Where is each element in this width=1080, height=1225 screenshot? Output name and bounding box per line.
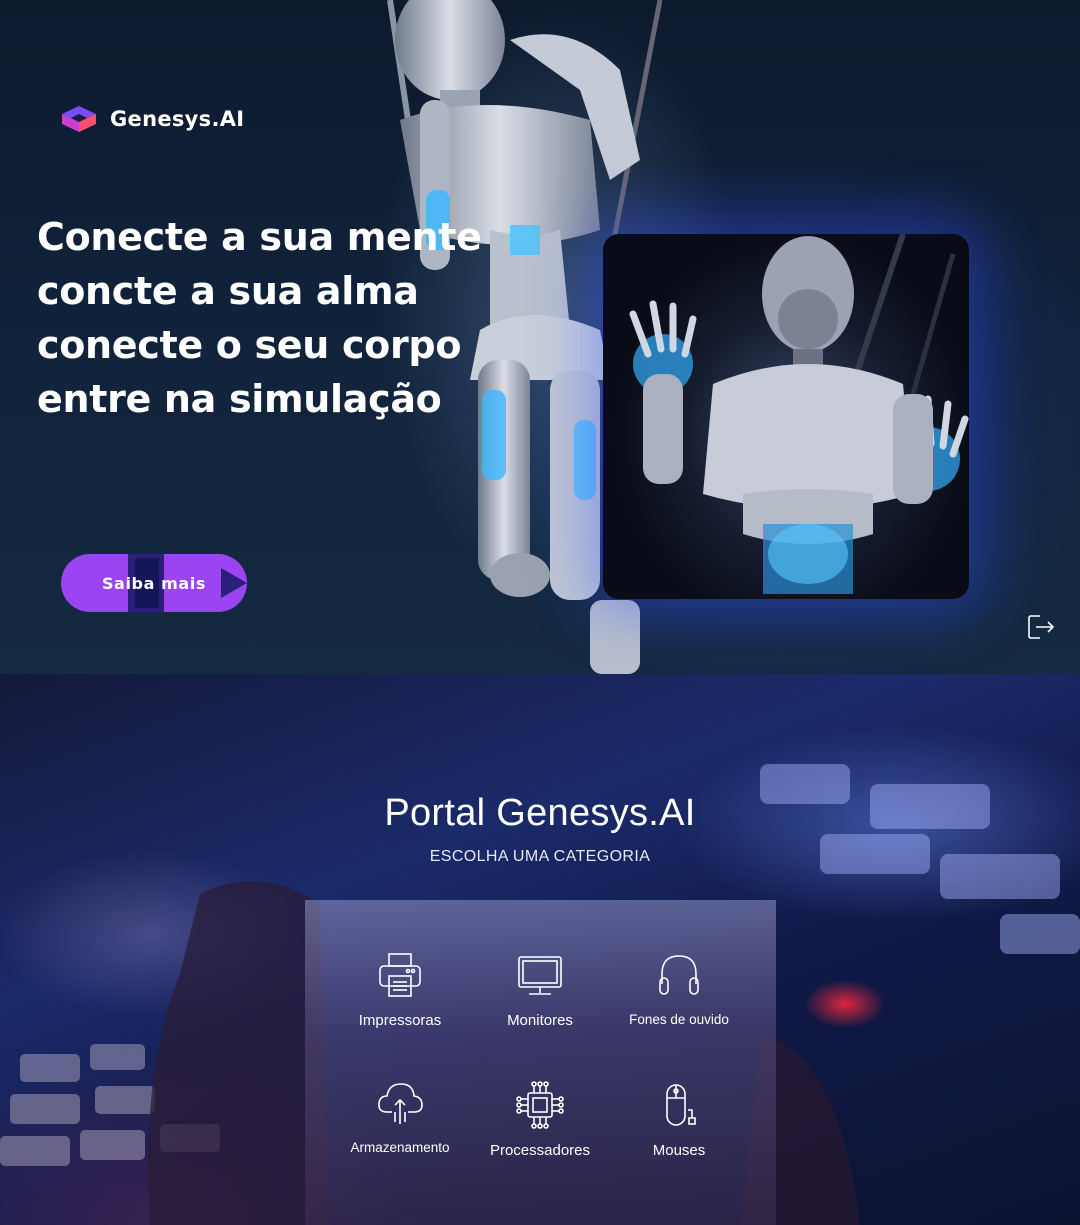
hero-headline: Conecte a sua mente concte a sua alma co… <box>37 210 507 426</box>
category-armazenamento[interactable]: Armazenamento <box>330 1078 470 1178</box>
robot-feature-image <box>603 234 969 599</box>
headphones-icon <box>659 955 699 995</box>
headline-line: conecte o seu corpo <box>37 323 462 367</box>
portal-title: Portal Genesys.AI <box>384 792 696 834</box>
category-monitores[interactable]: Monitores <box>470 950 610 1050</box>
monitor-icon <box>518 956 562 995</box>
portal-subtitle: ESCOLHA UMA CATEGORIA <box>429 848 651 865</box>
brand-logo[interactable]: Genesys.AI <box>60 104 244 134</box>
printer-icon <box>379 953 421 997</box>
category-processadores[interactable]: Processadores <box>470 1080 610 1180</box>
brand-name: Genesys.AI <box>110 107 245 131</box>
saiba-mais-button[interactable]: Saiba mais <box>61 554 247 612</box>
mouse-icon <box>666 1084 696 1126</box>
headline-line: Conecte a sua mente <box>37 215 482 259</box>
hero-section: Genesys.AI Conecte a sua mente concte a … <box>0 0 1080 674</box>
logout-icon[interactable] <box>1026 612 1056 642</box>
portal-section: Portal Genesys.AI ESCOLHA UMA CATEGORIA … <box>0 674 1080 1225</box>
category-fones-de-ouvido[interactable]: Fones de ouvido <box>609 950 749 1050</box>
cpu-icon <box>516 1081 564 1129</box>
category-panel: Impressoras Monitores Fones de ouvido Ar… <box>305 900 776 1225</box>
cloud-storage-icon <box>378 1083 423 1124</box>
logo-cube-icon <box>62 106 96 132</box>
headline-line: entre na simulação <box>37 377 442 421</box>
headline-line: concte a sua alma <box>37 269 419 313</box>
category-impressoras[interactable]: Impressoras <box>330 950 470 1050</box>
category-mouses[interactable]: Mouses <box>609 1080 749 1180</box>
